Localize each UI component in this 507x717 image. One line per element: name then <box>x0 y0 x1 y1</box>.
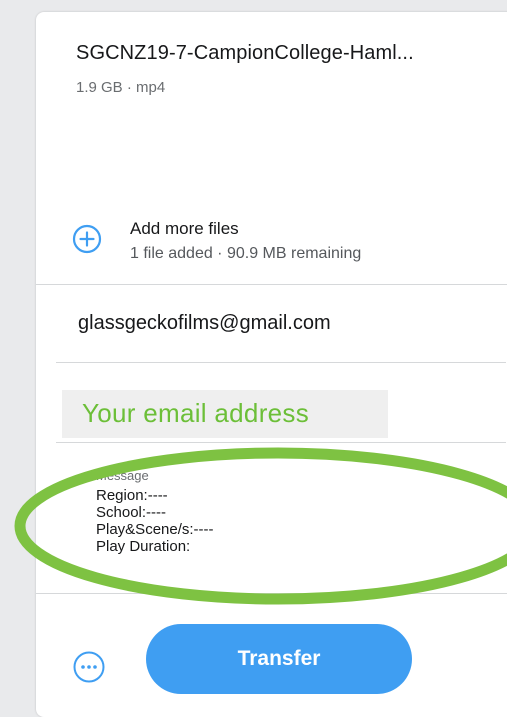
message-label: Message <box>96 468 149 483</box>
message-line-play-duration: Play Duration: <box>96 538 191 555</box>
message-line-school: School:---- <box>96 504 167 521</box>
divider <box>36 593 507 594</box>
email-to-field[interactable]: glassgeckofilms@gmail.com <box>78 312 331 335</box>
divider <box>56 362 506 363</box>
divider <box>36 284 507 285</box>
add-more-files-button[interactable]: Add more files 1 file added · 90.9 MB re… <box>72 219 492 275</box>
message-line-play-scene: Play&Scene/s:---- <box>96 521 214 538</box>
file-name: SGCNZ19-7-CampionCollege-Haml... <box>76 42 414 64</box>
files-added-status: 1 file added · 90.9 MB remaining <box>130 245 362 262</box>
add-more-files-label: Add more files <box>130 219 239 238</box>
plus-circle-icon[interactable] <box>72 224 102 254</box>
more-options-icon[interactable] <box>72 650 106 684</box>
file-meta: 1.9 GB · mp4 <box>76 79 166 96</box>
divider <box>56 442 506 443</box>
transfer-button[interactable]: Transfer <box>146 624 412 694</box>
message-field[interactable]: Message Region:---- School:---- Play&Sce… <box>96 468 396 555</box>
transfer-panel: SGCNZ19-7-CampionCollege-Haml... 1.9 GB … <box>36 12 507 717</box>
message-line-region: Region:---- <box>96 487 168 504</box>
email-from-field[interactable]: Your email address <box>62 390 388 438</box>
